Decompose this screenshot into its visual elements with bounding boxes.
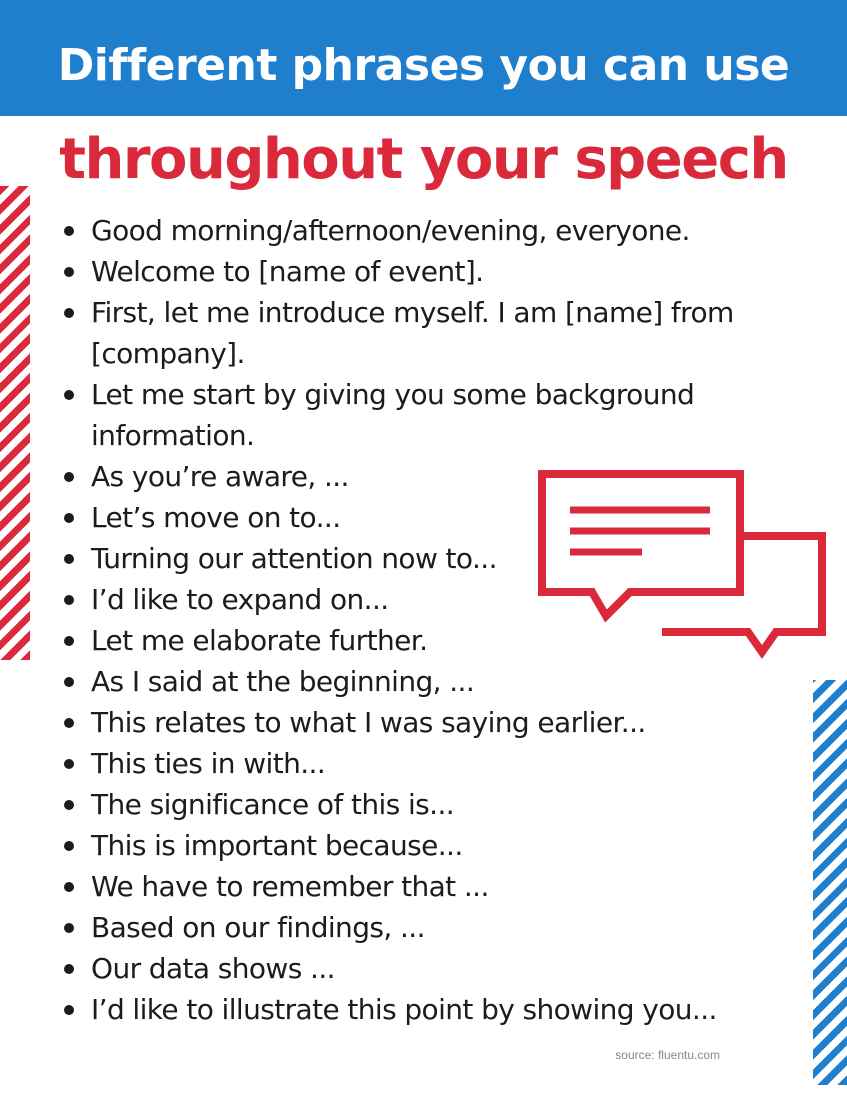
page-title: Different phrases you can use [57,40,790,91]
phrase-text: As you’re aware, ... [91,460,349,493]
bullet-icon [64,390,74,400]
bullet-icon [64,308,74,318]
bullet-icon [64,964,74,974]
bullet-icon [64,1005,74,1015]
phrase-text: Let me start by giving you some backgrou… [91,378,695,411]
bullet-icon [64,882,74,892]
bullet-icon [64,636,74,646]
phrase-text: This relates to what I was saying earlie… [91,706,646,739]
phrase-item: We have to remember that ... [58,866,778,907]
speech-bubbles-icon [538,470,826,659]
page-subtitle: throughout your speech [59,127,789,192]
phrase-text: Good morning/afternoon/evening, everyone… [91,214,690,247]
bullet-icon [64,226,74,236]
phrase-item: Good morning/afternoon/evening, everyone… [58,210,778,251]
phrase-item: Based on our findings, ... [58,907,778,948]
blue-stripes-decoration [813,680,847,1085]
phrase-item: I’d like to illustrate this point by sho… [58,989,778,1030]
phrase-text: Turning our attention now to... [91,542,497,575]
phrase-item: As I said at the beginning, ... [58,661,778,702]
phrase-text: Let’s move on to... [91,501,341,534]
phrase-text: As I said at the beginning, ... [91,665,475,698]
phrase-item: This relates to what I was saying earlie… [58,702,778,743]
phrase-text: [company]. [91,337,245,370]
phrase-text: I’d like to expand on... [91,583,389,616]
phrase-item: Let me start by giving you some backgrou… [58,374,778,456]
phrase-item: This is important because... [58,825,778,866]
phrase-text: This is important because... [91,829,463,862]
phrase-item: Our data shows ... [58,948,778,989]
phrase-item: Welcome to [name of event]. [58,251,778,292]
bullet-icon [64,841,74,851]
bullet-icon [64,800,74,810]
phrase-item: This ties in with... [58,743,778,784]
red-stripes-decoration [0,186,30,660]
phrase-text: The significance of this is... [91,788,455,821]
phrase-text: Our data shows ... [91,952,336,985]
bullet-icon [64,513,74,523]
bullet-icon [64,923,74,933]
front-speech-bubble [538,470,744,623]
phrase-text: information. [91,419,255,452]
phrase-text: Welcome to [name of event]. [91,255,484,288]
phrase-text: This ties in with... [91,747,326,780]
bullet-icon [64,267,74,277]
bullet-icon [64,472,74,482]
phrase-item: First, let me introduce myself. I am [na… [58,292,778,374]
phrase-text: First, let me introduce myself. I am [na… [91,296,734,329]
phrase-text: We have to remember that ... [91,870,489,903]
bullet-icon [64,759,74,769]
phrase-item: The significance of this is... [58,784,778,825]
phrase-text: I’d like to illustrate this point by sho… [91,993,717,1026]
phrase-text: Based on our findings, ... [91,911,425,944]
source-credit: source: fluentu.com [615,1048,720,1062]
bullet-icon [64,595,74,605]
bullet-icon [64,554,74,564]
bullet-icon [64,677,74,687]
phrase-text: Let me elaborate further. [91,624,428,657]
bullet-icon [64,718,74,728]
